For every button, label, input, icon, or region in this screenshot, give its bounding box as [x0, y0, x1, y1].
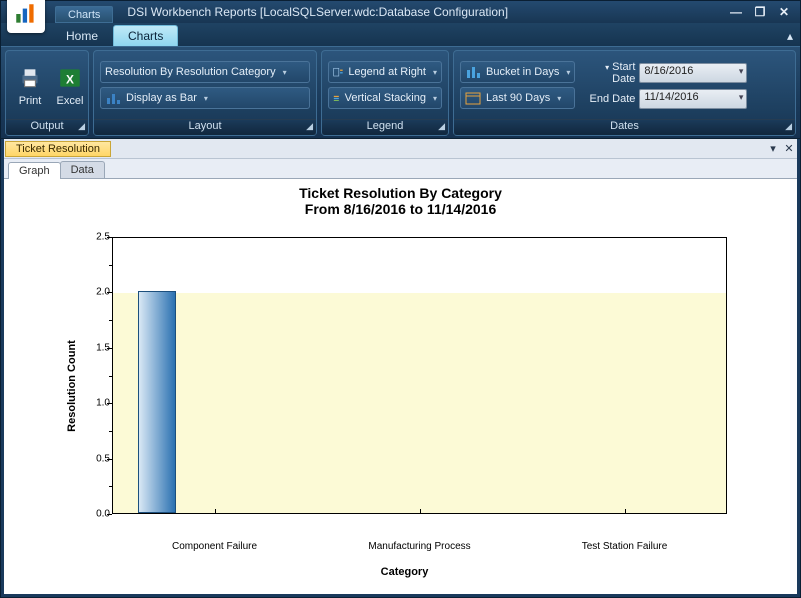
last-90-days-dropdown[interactable]: Last 90 Days ▾: [460, 87, 575, 109]
chart-bar: [138, 291, 176, 513]
legend-dialog-launcher[interactable]: ◢: [438, 121, 445, 132]
bar-chart-icon: [105, 90, 121, 106]
ribbon-group-output: Print X Excel Output ◢: [5, 50, 89, 136]
title-bar: Charts DSI Workbench Reports [LocalSQLSe…: [1, 1, 800, 23]
chart-title: Ticket Resolution By Category: [4, 185, 797, 201]
chevron-down-icon: ▾: [433, 68, 437, 77]
ribbon-group-layout: Resolution By Resolution Category ▾ Disp…: [93, 50, 317, 136]
x-axis-label: Category: [82, 566, 727, 578]
restore-button[interactable]: ❐: [748, 4, 772, 20]
bucket-dropdown[interactable]: Bucket in Days ▾: [460, 61, 575, 83]
chart-area: Ticket Resolution By Category From 8/16/…: [4, 179, 797, 594]
stacking-label: Vertical Stacking: [345, 92, 426, 104]
window-title: DSI Workbench Reports [LocalSQLServer.wd…: [127, 5, 724, 19]
print-label: Print: [19, 95, 42, 107]
legend-position-label: Legend at Right: [348, 66, 426, 78]
chevron-down-icon: ▾: [739, 66, 744, 77]
legend-right-icon: [333, 64, 343, 80]
excel-icon: X: [56, 64, 84, 92]
chevron-down-icon: ▾: [566, 68, 570, 77]
app-logo-icon: [13, 1, 39, 27]
excel-button[interactable]: X Excel: [52, 62, 88, 109]
stacking-dropdown[interactable]: Vertical Stacking ▾: [328, 87, 442, 109]
group-label-output: Output ◢: [6, 119, 88, 135]
resolution-label: Resolution By Resolution Category: [105, 66, 276, 78]
close-document-button[interactable]: ✕: [781, 142, 797, 155]
minimize-button[interactable]: —: [724, 4, 748, 20]
x-tick-label: Component Failure: [172, 541, 257, 552]
layout-dialog-launcher[interactable]: ◢: [306, 121, 313, 132]
window-position-button[interactable]: ▾: [765, 142, 781, 155]
tab-charts[interactable]: Charts: [113, 25, 178, 46]
app-menu-button[interactable]: [7, 0, 45, 33]
chevron-down-icon: ▾: [433, 94, 437, 103]
chart-subtitle: From 8/16/2016 to 11/14/2016: [4, 201, 797, 217]
chevron-down-icon: ▾: [204, 94, 208, 103]
svg-text:X: X: [66, 72, 74, 86]
group-label-dates: Dates ◢: [454, 119, 795, 135]
ribbon-group-dates: Bucket in Days ▾ Last 90 Days ▾ ▾: [453, 50, 796, 136]
print-button[interactable]: Print: [12, 62, 48, 109]
last-90-label: Last 90 Days: [486, 92, 550, 104]
document-header: Ticket Resolution ▾ ✕: [4, 139, 797, 159]
subtabs: Graph Data: [4, 159, 797, 179]
chart-plot: Resolution Count Category 0.00.51.01.52.…: [82, 237, 727, 534]
app-window: Charts DSI Workbench Reports [LocalSQLSe…: [0, 0, 801, 598]
ribbon: Print X Excel Output ◢ Resolution By: [1, 47, 800, 139]
group-label-layout: Layout ◢: [94, 119, 316, 135]
display-as-label: Display as Bar: [126, 92, 197, 104]
printer-icon: [16, 64, 44, 92]
quick-access-tab[interactable]: Charts: [55, 6, 113, 23]
stacking-icon: [333, 90, 340, 106]
y-tick-label: 1.5: [76, 342, 110, 353]
document-tab-ticket-resolution[interactable]: Ticket Resolution: [5, 141, 111, 157]
legend-position-dropdown[interactable]: Legend at Right ▾: [328, 61, 442, 83]
chevron-down-icon: ▾: [739, 92, 744, 103]
close-button[interactable]: ✕: [772, 4, 796, 20]
excel-label: Excel: [57, 95, 84, 107]
plot-background: [112, 237, 727, 514]
ribbon-tabs: Home Charts ▴: [1, 23, 800, 47]
collapse-ribbon-button[interactable]: ▴: [780, 29, 800, 46]
subtab-graph[interactable]: Graph: [8, 162, 61, 179]
resolution-category-dropdown[interactable]: Resolution By Resolution Category ▾: [100, 61, 310, 83]
x-tick-label: Manufacturing Process: [368, 541, 470, 552]
y-tick-label: 0.0: [76, 509, 110, 520]
x-tick-label: Test Station Failure: [582, 541, 668, 552]
end-date-input[interactable]: 11/14/2016▾: [639, 89, 747, 109]
y-tick-label: 1.0: [76, 398, 110, 409]
end-date-label: End Date: [579, 93, 635, 105]
chevron-down-icon: ▾: [283, 68, 287, 77]
dates-dialog-launcher[interactable]: ◢: [785, 121, 792, 132]
bucket-icon: [465, 64, 481, 80]
start-date-label: ▾ Start Date: [579, 61, 635, 85]
start-date-input[interactable]: 8/16/2016▾: [639, 63, 747, 83]
y-tick-label: 0.5: [76, 453, 110, 464]
subtab-data[interactable]: Data: [60, 161, 105, 178]
output-dialog-launcher[interactable]: ◢: [78, 121, 85, 132]
display-as-dropdown[interactable]: Display as Bar ▾: [100, 87, 310, 109]
document-area: Ticket Resolution ▾ ✕ Graph Data Ticket …: [1, 139, 800, 597]
calendar-range-icon: [465, 90, 481, 106]
chevron-down-icon: ▾: [557, 94, 561, 103]
group-label-legend: Legend ◢: [322, 119, 448, 135]
tab-home[interactable]: Home: [51, 25, 113, 46]
y-tick-label: 2.0: [76, 287, 110, 298]
ribbon-group-legend: Legend at Right ▾ Vertical Stacking ▾ Le…: [321, 50, 449, 136]
y-tick-label: 2.5: [76, 232, 110, 243]
y-axis-label: Resolution Count: [66, 340, 78, 432]
bucket-label: Bucket in Days: [486, 66, 559, 78]
